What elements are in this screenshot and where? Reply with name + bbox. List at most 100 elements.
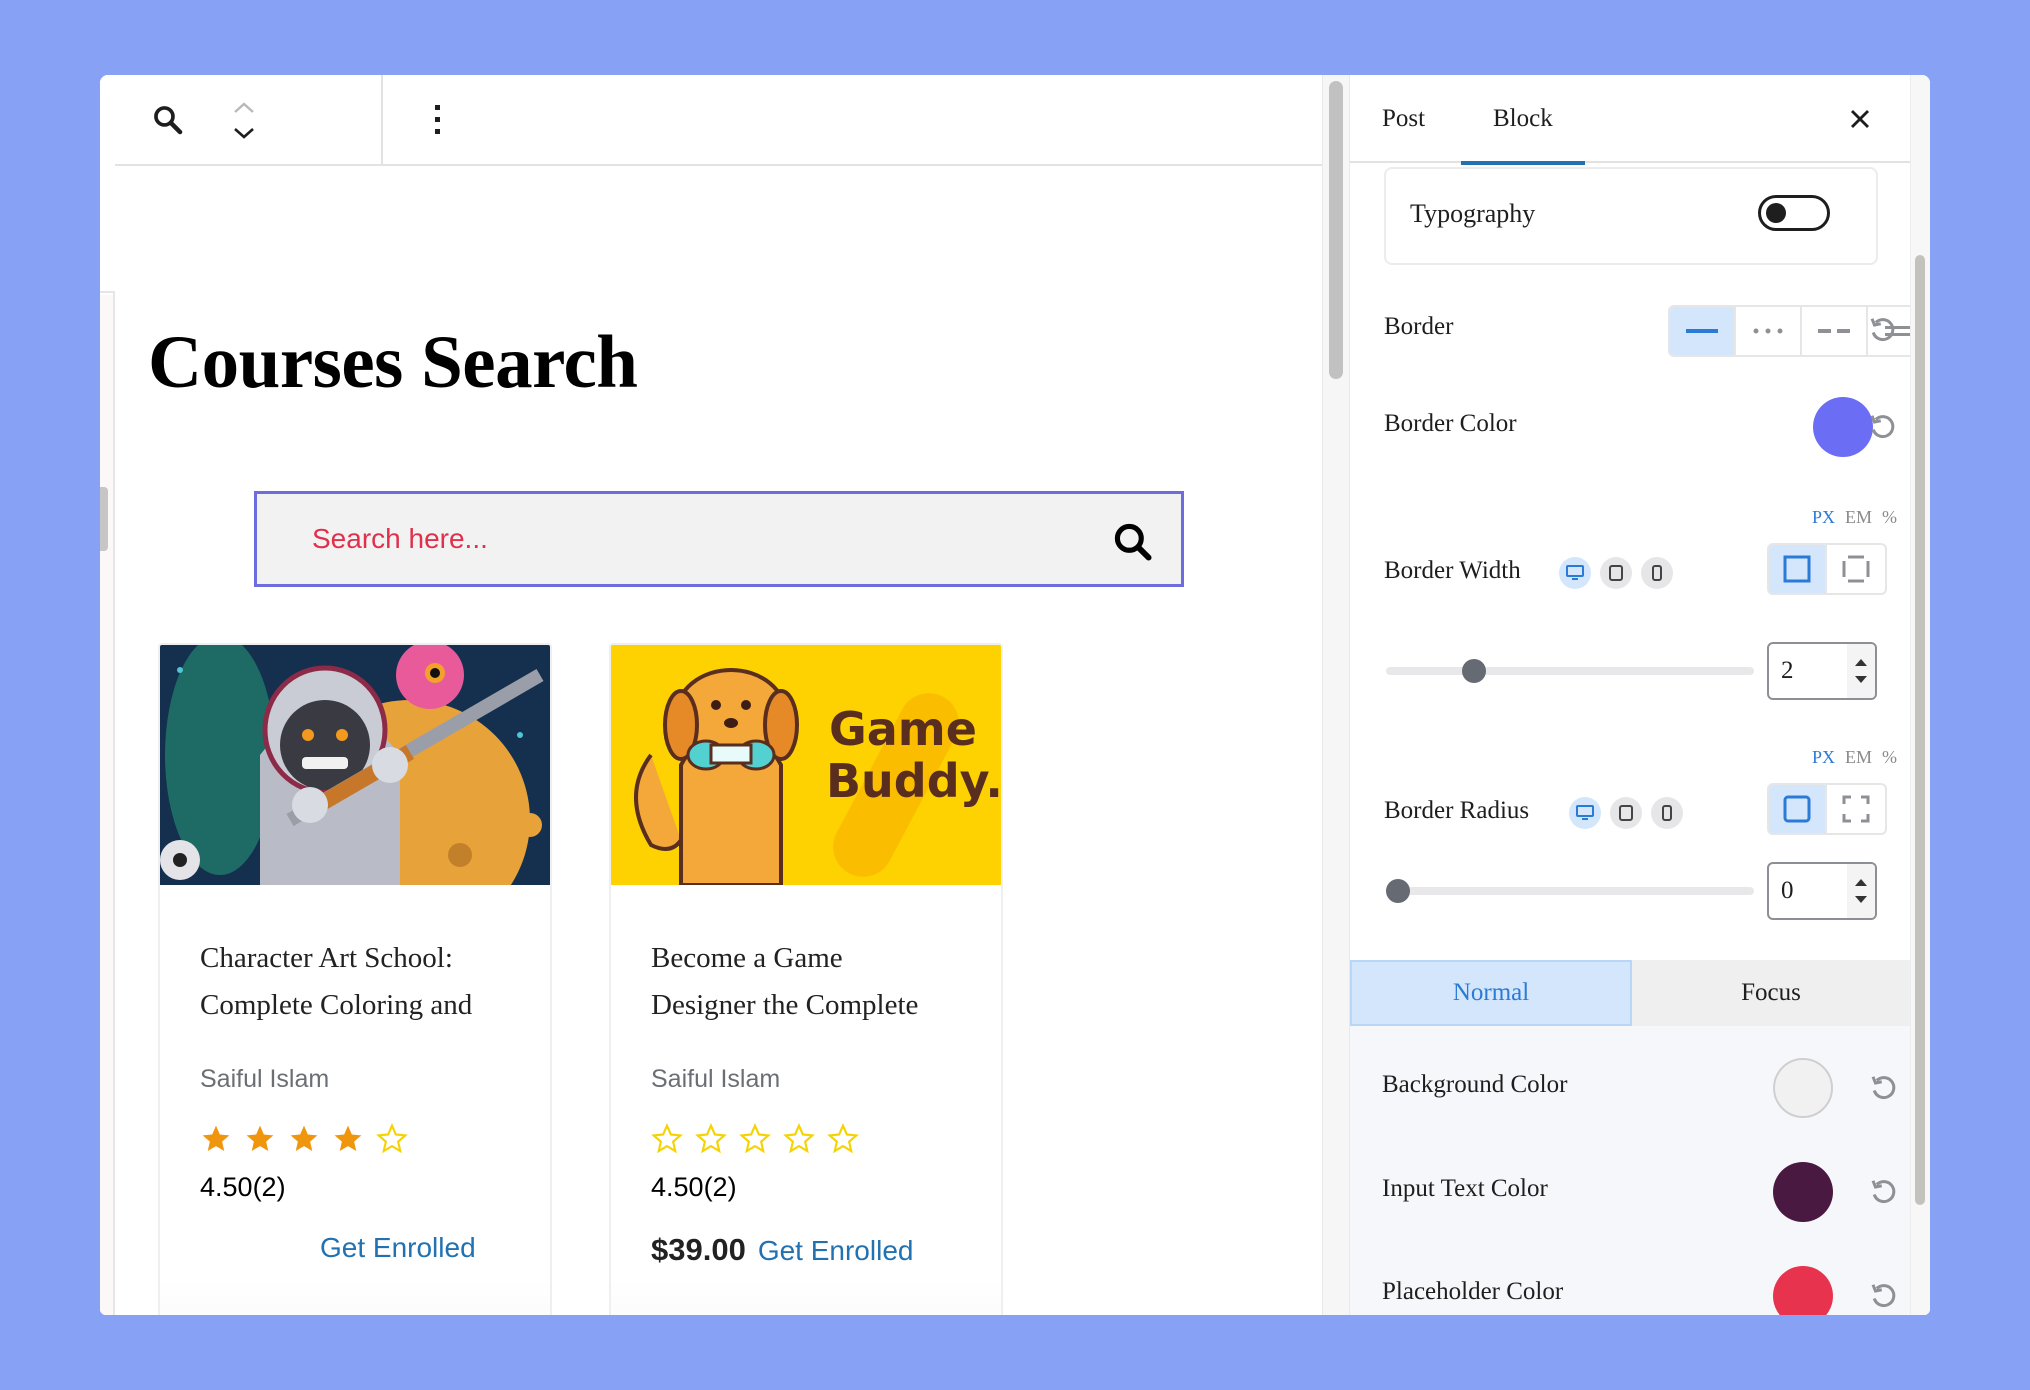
decrement-arrow[interactable]: [1855, 676, 1867, 683]
mobile-icon: [1652, 565, 1662, 581]
unit-percent[interactable]: %: [1882, 747, 1897, 768]
rail-body: [100, 295, 113, 1315]
number-spinner[interactable]: [1847, 644, 1875, 698]
state-tabs: Normal Focus: [1350, 960, 1910, 1026]
chevron-down-icon[interactable]: [232, 126, 256, 140]
border-radius-slider[interactable]: [1386, 879, 1754, 903]
tab-focus[interactable]: Focus: [1632, 960, 1910, 1026]
course-title[interactable]: Character Art School: Complete Coloring …: [200, 935, 530, 1029]
device-tablet[interactable]: [1600, 557, 1632, 589]
reset-icon[interactable]: [1867, 412, 1897, 442]
star-filled-icon: [246, 1125, 274, 1151]
reset-icon[interactable]: [1868, 1281, 1898, 1311]
course-title[interactable]: Become a Game Designer the Complete: [651, 935, 981, 1029]
number-spinner[interactable]: [1847, 864, 1875, 918]
course-author: Saiful Islam: [200, 1065, 330, 1093]
border-width-slider[interactable]: [1386, 659, 1754, 683]
reset-icon[interactable]: [1867, 315, 1897, 345]
device-mobile[interactable]: [1651, 797, 1683, 829]
border-radius-input[interactable]: [1769, 864, 1849, 918]
border-style-dotted[interactable]: [1736, 307, 1802, 355]
star-empty-icon: [651, 1123, 683, 1154]
star-rating: [651, 1123, 859, 1155]
editor-window: Courses Search Search here... Character …: [100, 75, 1930, 1315]
decrement-arrow[interactable]: [1855, 896, 1867, 903]
move-block-controls: [227, 89, 261, 151]
search-icon: [1114, 523, 1152, 561]
linked-sides-icon: [1783, 555, 1811, 583]
slider-handle[interactable]: [1386, 879, 1410, 903]
course-author: Saiful Islam: [651, 1065, 781, 1093]
resize-handle[interactable]: [100, 487, 108, 551]
increment-arrow[interactable]: [1855, 879, 1867, 886]
get-enrolled-link[interactable]: Get Enrolled: [758, 1235, 914, 1267]
increment-arrow[interactable]: [1855, 659, 1867, 666]
sidebar-scrollbar[interactable]: [1910, 75, 1930, 1315]
unit-em[interactable]: EM: [1845, 507, 1872, 528]
device-tablet[interactable]: [1610, 797, 1642, 829]
close-sidebar-button[interactable]: [1840, 99, 1880, 139]
game-buddy-dog-illustration: Game Buddy.: [611, 645, 1001, 885]
chevron-up-icon[interactable]: [232, 100, 256, 114]
input-text-color-swatch[interactable]: [1773, 1162, 1833, 1222]
card-fade: [611, 1281, 1001, 1315]
unit-em[interactable]: EM: [1845, 747, 1872, 768]
border-style-solid[interactable]: [1670, 307, 1736, 355]
border-label: Border: [1384, 313, 1454, 340]
course-footer: $39.00 Get Enrolled: [651, 1232, 913, 1268]
astronaut-gorilla-illustration: [160, 645, 550, 885]
border-radius-link-mode: [1767, 783, 1887, 835]
tab-post[interactable]: Post: [1350, 75, 1457, 163]
unit-px[interactable]: PX: [1812, 747, 1835, 768]
individual-corners-button[interactable]: [1827, 785, 1885, 833]
reset-icon[interactable]: [1868, 1073, 1898, 1103]
placeholder-color-swatch[interactable]: [1773, 1266, 1833, 1315]
border-width-input[interactable]: [1769, 644, 1849, 698]
sidebar-scrollbar-thumb[interactable]: [1915, 255, 1925, 1205]
tab-normal[interactable]: Normal: [1350, 960, 1632, 1026]
solid-line-icon: [1686, 329, 1718, 333]
device-mobile[interactable]: [1641, 557, 1673, 589]
star-filled-icon: [202, 1125, 230, 1151]
editor-scrollbar[interactable]: [1322, 75, 1350, 1315]
editor-scrollbar-thumb[interactable]: [1329, 81, 1343, 379]
card-fade: [160, 1281, 550, 1315]
desktop-icon: [1566, 565, 1584, 580]
device-desktop[interactable]: [1559, 557, 1591, 589]
individual-corners-icon: [1842, 795, 1870, 823]
course-search-input[interactable]: [257, 494, 1181, 584]
slider-handle[interactable]: [1461, 659, 1486, 683]
device-desktop[interactable]: [1569, 797, 1601, 829]
search-button[interactable]: [145, 97, 191, 143]
border-color-swatch[interactable]: [1813, 397, 1873, 457]
rail-top: [100, 75, 115, 293]
image-text-buddy: Buddy.: [826, 754, 1001, 808]
reset-icon[interactable]: [1868, 1177, 1898, 1207]
course-price: $39.00: [651, 1232, 746, 1267]
linked-corners-button[interactable]: [1769, 785, 1827, 833]
more-options-button[interactable]: [415, 97, 461, 143]
state-color-settings: Background Color Input Text Color Placeh…: [1350, 1026, 1910, 1315]
linked-sides-button[interactable]: [1769, 545, 1827, 593]
border-width-devices: [1559, 557, 1673, 589]
search-submit-button[interactable]: [1111, 520, 1155, 564]
border-width-units: PX EM %: [1812, 507, 1897, 528]
get-enrolled-link[interactable]: Get Enrolled: [320, 1232, 476, 1264]
individual-sides-icon: [1842, 555, 1870, 583]
typography-toggle[interactable]: [1758, 195, 1830, 231]
background-color-swatch[interactable]: [1773, 1058, 1833, 1118]
settings-sidebar: Post Block Typography Border Border Colo…: [1350, 75, 1930, 1315]
unit-px[interactable]: PX: [1812, 507, 1835, 528]
star-filled-icon: [290, 1125, 318, 1151]
border-width-link-mode: [1767, 543, 1887, 595]
unit-percent[interactable]: %: [1882, 507, 1897, 528]
course-thumbnail[interactable]: [160, 645, 550, 885]
tab-block[interactable]: Block: [1461, 75, 1585, 165]
placeholder-color-label: Placeholder Color: [1382, 1278, 1564, 1305]
border-style-dashed[interactable]: [1802, 307, 1868, 355]
typography-panel: Typography: [1384, 167, 1878, 265]
input-text-color-label: Input Text Color: [1382, 1175, 1548, 1202]
rating-count: (2): [252, 1172, 286, 1202]
course-thumbnail[interactable]: Game Buddy.: [611, 645, 1001, 885]
individual-sides-button[interactable]: [1827, 545, 1885, 593]
